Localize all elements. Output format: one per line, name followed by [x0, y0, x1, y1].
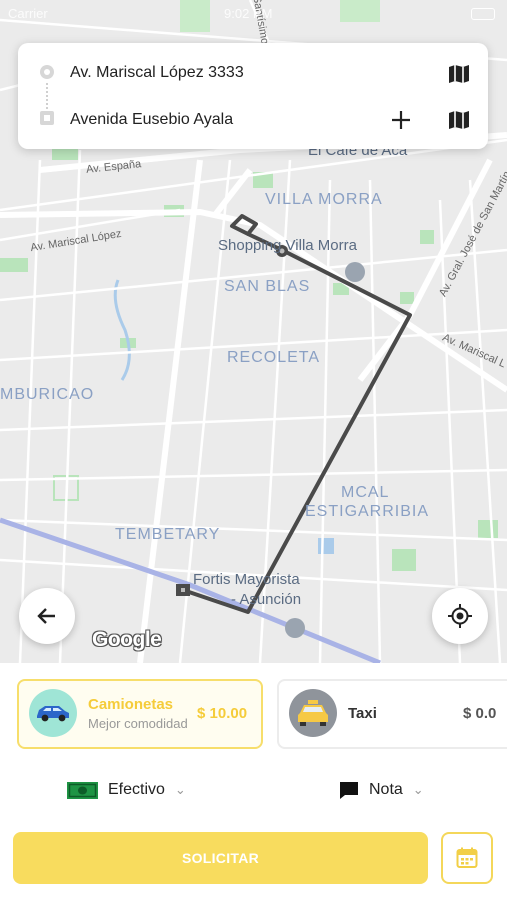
- route-card: Av. Mariscal López 3333 Avenida Eusebio …: [18, 43, 488, 149]
- area-label: RECOLETA: [227, 349, 321, 366]
- area-label: MCAL: [341, 484, 390, 501]
- vehicle-name: Camionetas: [88, 696, 174, 713]
- area-label: ESTIGARRIBIA: [305, 503, 430, 520]
- my-location-button[interactable]: [432, 588, 488, 644]
- vehicle-price: $ 10.00: [197, 705, 248, 722]
- note-label: Nota: [369, 781, 403, 798]
- chevron-down-icon: ⌄: [174, 782, 186, 797]
- origin-row[interactable]: Av. Mariscal López 3333: [18, 50, 488, 96]
- add-stop-button[interactable]: [385, 104, 417, 136]
- cash-icon: [67, 781, 98, 799]
- poi-label: Fortis Mayorista: [193, 571, 300, 588]
- vehicle-price: $ 0.0: [463, 705, 497, 722]
- back-button[interactable]: [19, 588, 75, 644]
- origin-address[interactable]: Av. Mariscal López 3333: [70, 64, 244, 82]
- taxi-icon: [289, 689, 337, 737]
- payment-method-label: Efectivo: [108, 781, 165, 798]
- destination-map-button[interactable]: [443, 104, 475, 136]
- chevron-down-icon: ⌄: [412, 782, 424, 797]
- request-ride-button[interactable]: SOLICITAR: [13, 832, 428, 884]
- schedule-button[interactable]: [441, 832, 493, 884]
- vehicle-name: Taxi: [348, 705, 377, 722]
- arrow-left-icon: [37, 608, 55, 624]
- status-bar: Carrier 9:02 PM: [0, 0, 507, 28]
- vehicle-description: Mejor comodidad: [88, 716, 188, 731]
- poi-label: Shopping Villa Morra: [218, 237, 357, 254]
- payment-method-selector[interactable]: Efectivo ⌄: [67, 775, 186, 805]
- vehicle-option-camionetas[interactable]: Camionetas Mejor comodidad $ 10.00: [17, 679, 263, 749]
- calendar-icon: [456, 847, 478, 868]
- area-label: SAN BLAS: [224, 278, 311, 295]
- map-icon: [449, 111, 469, 129]
- destination-row[interactable]: Avenida Eusebio Ayala: [18, 97, 488, 143]
- destination-address[interactable]: Avenida Eusebio Ayala: [70, 111, 233, 129]
- poi-label: - Asunción: [231, 591, 302, 608]
- area-label: MBURICAO: [0, 386, 95, 403]
- suv-icon: [29, 689, 77, 737]
- plus-icon: [392, 111, 410, 129]
- vehicle-option-taxi[interactable]: Taxi $ 0.0: [277, 679, 507, 749]
- battery-icon: [471, 8, 495, 20]
- area-label: TEMBETARY: [115, 526, 221, 543]
- comment-icon: [340, 781, 358, 799]
- crosshair-icon: [448, 604, 472, 628]
- google-logo: Google: [92, 628, 162, 651]
- map-icon: [449, 65, 469, 83]
- note-selector[interactable]: Nota ⌄: [339, 775, 424, 805]
- carrier-label: Carrier: [8, 6, 48, 21]
- area-label: VILLA MORRA: [265, 191, 383, 208]
- origin-map-button[interactable]: [443, 58, 475, 90]
- request-ride-label: SOLICITAR: [181, 850, 260, 866]
- status-time: 9:02 PM: [224, 6, 273, 21]
